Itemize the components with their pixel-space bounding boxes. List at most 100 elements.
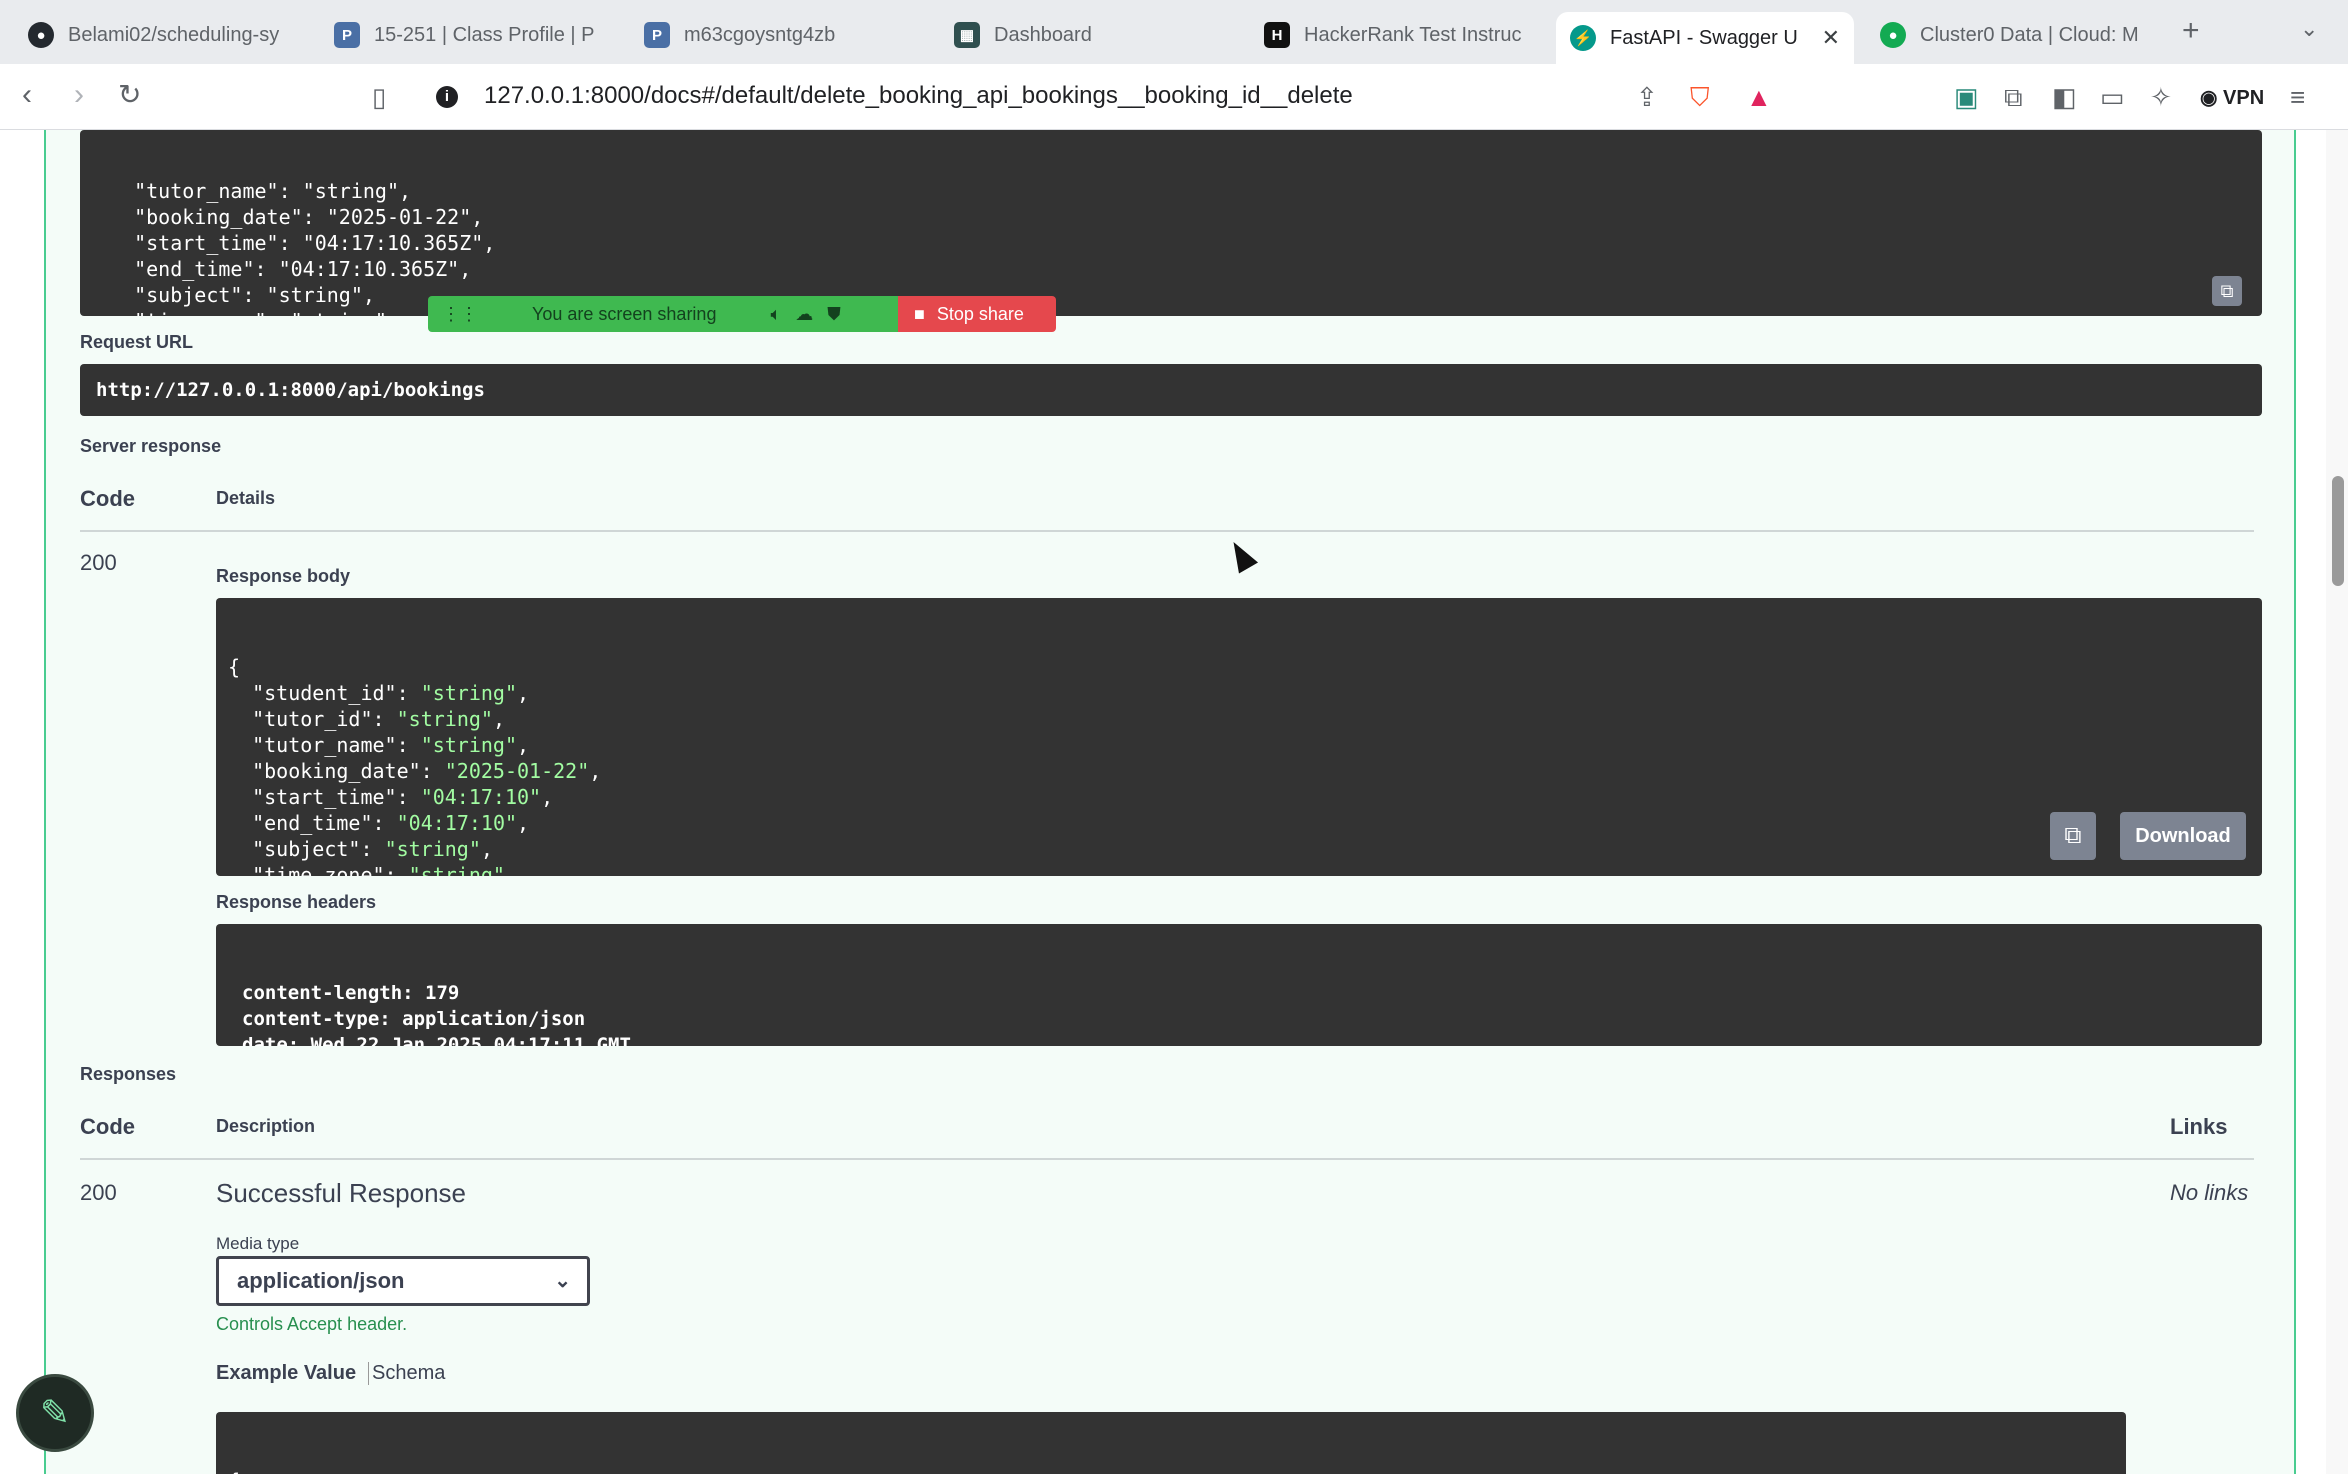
- code-line: "booking_date": "2025-01-22",: [110, 205, 484, 229]
- server-response-label: Server response: [80, 436, 222, 456]
- media-type-label: Media type: [216, 1234, 300, 1253]
- response-body-block: { "student_id": "string", "tutor_id": "s…: [216, 598, 2262, 876]
- tab-dashboard[interactable]: ▦ Dashboard: [940, 12, 1240, 58]
- tab-example-value[interactable]: Example Value: [216, 1362, 370, 1385]
- code-line: "end_time": "04:17:10",: [252, 811, 530, 835]
- column-header-details: Details: [216, 488, 276, 508]
- code-line: "subject": "string",: [252, 837, 493, 861]
- column-header-links: Links: [2170, 1114, 2228, 1139]
- tab-label: Belami02/scheduling-sy: [68, 23, 280, 46]
- stop-share-button[interactable]: ■ Stop share: [898, 296, 1056, 332]
- tab-mongodb-cluster[interactable]: ● Cluster0 Data | Cloud: M: [1866, 12, 2166, 58]
- site-info-icon[interactable]: i: [436, 86, 458, 108]
- example-value-block: { "student_id": "string",: [216, 1412, 2126, 1474]
- request-url-label: Request URL: [80, 332, 194, 352]
- tab-github[interactable]: ● Belami02/scheduling-sy: [14, 12, 304, 58]
- brave-shield-icon[interactable]: ⛉: [1690, 82, 1710, 114]
- forward-arrow-icon[interactable]: ›: [74, 78, 84, 112]
- mongodb-icon: ●: [1880, 22, 1906, 48]
- curl-command-block: "tutor_name": "string", "booking_date": …: [80, 130, 2262, 316]
- screen-share-text: You are screen sharing: [532, 303, 717, 324]
- table-divider: [80, 1158, 2254, 1160]
- tab-schema[interactable]: Schema: [372, 1362, 445, 1385]
- code-line: "tutor_name": "string",: [110, 179, 412, 203]
- brave-rewards-icon[interactable]: ▲: [1746, 82, 1772, 113]
- address-bar: ‹ › ↻ ▯ i 127.0.0.1:8000/docs#/default/d…: [0, 64, 2348, 130]
- code-line: "tutor_name": "string",: [252, 733, 530, 757]
- request-url-value: http://127.0.0.1:8000/api/bookings: [80, 364, 2262, 416]
- tab-piazza-post[interactable]: P m63cgoysntg4zb: [630, 12, 920, 58]
- shield-icon[interactable]: ⛊: [827, 304, 841, 325]
- close-icon[interactable]: ✕: [1810, 25, 1840, 51]
- vpn-label: VPN: [2223, 87, 2265, 109]
- code-line: "student_id": "string",: [252, 681, 530, 705]
- share-icon[interactable]: ⇪: [1636, 82, 1658, 113]
- tab-label: FastAPI - Swagger U: [1610, 26, 1798, 49]
- code-line: "tutor_id": "string",: [252, 707, 505, 731]
- screen-share-status: ⋮⋮ You are screen sharing 🔈︎ ☁ ⛊: [428, 296, 898, 332]
- fastapi-icon: ⚡: [1570, 25, 1596, 51]
- tab-label: HackerRank Test Instruc: [1304, 23, 1522, 46]
- response-links: No links: [2170, 1180, 2249, 1205]
- tab-label: m63cgoysntg4zb: [684, 23, 836, 46]
- menu-icon[interactable]: ≡: [2290, 82, 2305, 113]
- code-line: "booking_date": "2025-01-22",: [252, 759, 602, 783]
- sidebar-icon[interactable]: ◧: [2052, 82, 2077, 113]
- new-tab-plus-icon[interactable]: +: [2182, 14, 2200, 48]
- speaker-icon[interactable]: 🔈︎: [770, 304, 781, 325]
- github-icon: ●: [28, 22, 54, 48]
- wallet-icon[interactable]: ▭: [2100, 82, 2125, 113]
- media-type-value: application/json: [237, 1268, 405, 1293]
- code-line: content-type: application/json: [242, 1008, 586, 1030]
- tab-hackerrank[interactable]: H HackerRank Test Instruc: [1250, 12, 1540, 58]
- tab-fastapi-swagger[interactable]: ⚡ FastAPI - Swagger U ✕: [1556, 12, 1854, 64]
- extensions-puzzle-icon[interactable]: ⧉: [2004, 82, 2023, 114]
- edit-pencil-icon[interactable]: ✎: [16, 1374, 94, 1452]
- extension-icon[interactable]: ▣: [1954, 82, 1979, 113]
- response-headers-block: content-length: 179 content-type: applica…: [216, 924, 2262, 1046]
- leo-ai-icon[interactable]: ✧: [2150, 82, 2172, 113]
- hackerrank-icon: H: [1264, 22, 1290, 48]
- response-body-label: Response body: [216, 566, 351, 586]
- copy-icon[interactable]: ⧉: [2212, 276, 2242, 306]
- code-line: "end_time": "04:17:10.365Z",: [110, 257, 472, 281]
- piazza-icon: P: [334, 22, 360, 48]
- code-line: date: Wed,22 Jan 2025 04:17:11 GMT: [242, 1034, 631, 1046]
- download-button[interactable]: Download: [2120, 812, 2246, 860]
- grip-icon: ⋮⋮: [442, 303, 478, 324]
- back-arrow-icon[interactable]: ‹: [22, 78, 32, 112]
- swagger-page: "tutor_name": "string", "booking_date": …: [0, 130, 2348, 1474]
- code-line: {: [228, 1468, 2114, 1474]
- response-description: Successful Response: [216, 1178, 467, 1208]
- scrollbar[interactable]: [2326, 130, 2348, 1474]
- vpn-button[interactable]: ◉ VPN: [2200, 85, 2264, 110]
- code-line: "start_time": "04:17:10",: [252, 785, 554, 809]
- piazza-icon: P: [644, 22, 670, 48]
- reload-icon[interactable]: ↻: [118, 78, 141, 111]
- url-field[interactable]: 127.0.0.1:8000/docs#/default/delete_book…: [484, 82, 1353, 110]
- code-line: "time_zone": "string": [252, 863, 505, 876]
- accept-header-note: Controls Accept header.: [216, 1314, 408, 1334]
- scrollbar-thumb[interactable]: [2332, 476, 2344, 586]
- bookmark-icon[interactable]: ▯: [372, 82, 386, 113]
- code-line: content-length: 179: [242, 982, 460, 1004]
- tab-search-chevron-icon[interactable]: ⌄: [2300, 16, 2318, 42]
- response-headers-label: Response headers: [216, 892, 377, 912]
- table-divider: [80, 530, 2254, 532]
- response-status-code: 200: [80, 550, 117, 575]
- copy-icon[interactable]: ⧉: [2050, 812, 2096, 860]
- dashboard-icon: ▦: [954, 22, 980, 48]
- responses-label: Responses: [80, 1064, 177, 1084]
- stop-icon: ■: [914, 303, 925, 324]
- stop-share-label: Stop share: [936, 303, 1024, 324]
- tab-piazza-class-profile[interactable]: P 15-251 | Class Profile | P: [320, 12, 610, 58]
- browser-tab-bar: ● Belami02/scheduling-sy P 15-251 | Clas…: [0, 0, 2348, 64]
- media-type-select[interactable]: application/json ⌄: [216, 1256, 590, 1306]
- column-header-code: Code: [80, 486, 135, 511]
- response-code: 200: [80, 1180, 117, 1205]
- column-header-description: Description: [216, 1116, 316, 1136]
- code-line: {: [228, 655, 241, 679]
- screen-share-banner: ⋮⋮ You are screen sharing 🔈︎ ☁ ⛊ ■ Stop …: [428, 296, 1056, 332]
- cloud-icon[interactable]: ☁: [795, 304, 813, 325]
- tab-label: 15-251 | Class Profile | P: [374, 23, 595, 46]
